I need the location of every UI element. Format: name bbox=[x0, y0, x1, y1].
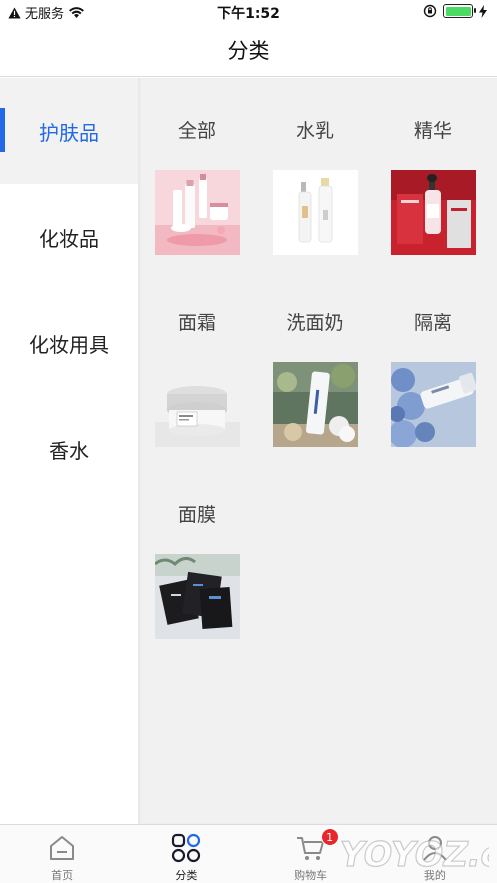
page-title: 分类 bbox=[227, 39, 270, 63]
tab-label: 分类 bbox=[175, 869, 198, 882]
product-image-face-mask[interactable] bbox=[154, 554, 240, 639]
subcategory-label: 精华 bbox=[413, 120, 452, 142]
subcategory-cream[interactable]: 面霜 bbox=[138, 270, 256, 462]
subcategory-label: 面霜 bbox=[177, 312, 216, 334]
sidebar-item-label: 护肤品 bbox=[39, 120, 99, 145]
sidebar-item-label: 香水 bbox=[49, 438, 89, 463]
subcategory-face-mask[interactable]: 面膜 bbox=[138, 462, 256, 654]
product-image-skincare-set[interactable] bbox=[154, 170, 240, 255]
subcategory-toner-lotion[interactable]: 水乳 bbox=[256, 78, 374, 270]
tab-home[interactable]: 首页 bbox=[0, 825, 124, 883]
cart-badge: 1 bbox=[320, 828, 339, 846]
subcategory-all[interactable]: 全部 bbox=[138, 78, 256, 270]
battery-indicator bbox=[443, 4, 476, 18]
subcategory-label: 洗面奶 bbox=[286, 312, 344, 334]
subcategory-label: 隔离 bbox=[413, 312, 452, 334]
home-icon bbox=[46, 832, 78, 863]
serum-image bbox=[390, 170, 476, 255]
sidebar-item-skincare[interactable]: 护肤品 bbox=[0, 78, 138, 184]
subcategory-cleanser[interactable]: 洗面奶 bbox=[256, 270, 374, 462]
cleanser-image bbox=[272, 362, 358, 447]
cream-jar-image bbox=[154, 362, 240, 447]
profile-icon bbox=[419, 832, 451, 863]
status-bar: 无服务 下午1:52 bbox=[0, 0, 497, 24]
category-icon bbox=[170, 832, 202, 863]
category-sidebar: 护肤品 化妆品 化妆用具 香水 bbox=[0, 78, 138, 824]
subcategory-label: 水乳 bbox=[295, 120, 334, 142]
sidebar-item-label: 化妆用具 bbox=[29, 332, 109, 357]
product-image-cleanser[interactable] bbox=[272, 362, 358, 447]
tab-label: 购物车 bbox=[294, 869, 328, 882]
bottom-tab-bar: 首页 分类 1 购物车 我的 bbox=[0, 824, 497, 883]
navigation-bar: 分类 bbox=[0, 24, 497, 77]
toner-lotion-image bbox=[272, 170, 358, 255]
product-image-primer[interactable] bbox=[390, 362, 476, 447]
sidebar-item-perfume[interactable]: 香水 bbox=[0, 396, 138, 502]
tab-label: 首页 bbox=[51, 869, 74, 882]
sidebar-item-cosmetics[interactable]: 化妆品 bbox=[0, 184, 138, 290]
subcategory-serum[interactable]: 精华 bbox=[374, 78, 492, 270]
product-image-toner-lotion[interactable] bbox=[272, 170, 358, 255]
subcategory-primer[interactable]: 隔离 bbox=[374, 270, 492, 462]
product-image-cream[interactable] bbox=[154, 362, 240, 447]
subcategory-label: 全部 bbox=[177, 120, 216, 142]
tab-category[interactable]: 分类 bbox=[124, 825, 248, 883]
subcategory-label: 面膜 bbox=[177, 504, 216, 526]
charging-bolt-icon bbox=[479, 4, 487, 18]
battery-fill bbox=[445, 6, 471, 16]
sidebar-item-label: 化妆品 bbox=[39, 226, 99, 251]
status-right bbox=[423, 4, 487, 18]
subcategory-panel: 全部 水乳 精华 面霜 洗面奶 隔离 面膜 bbox=[138, 78, 497, 824]
sidebar-item-makeup-tools[interactable]: 化妆用具 bbox=[0, 290, 138, 396]
product-image-serum[interactable] bbox=[390, 170, 476, 255]
face-mask-image bbox=[154, 554, 240, 639]
primer-image bbox=[390, 362, 476, 447]
cart-icon: 1 bbox=[295, 828, 339, 863]
tab-label: 我的 bbox=[423, 869, 446, 882]
subcategory-grid: 全部 水乳 精华 面霜 洗面奶 隔离 面膜 bbox=[138, 78, 497, 654]
orientation-lock-icon bbox=[423, 4, 437, 18]
skincare-set-image bbox=[154, 170, 240, 255]
tab-profile[interactable]: 我的 bbox=[373, 825, 497, 883]
tab-cart[interactable]: 1 购物车 bbox=[249, 825, 373, 883]
